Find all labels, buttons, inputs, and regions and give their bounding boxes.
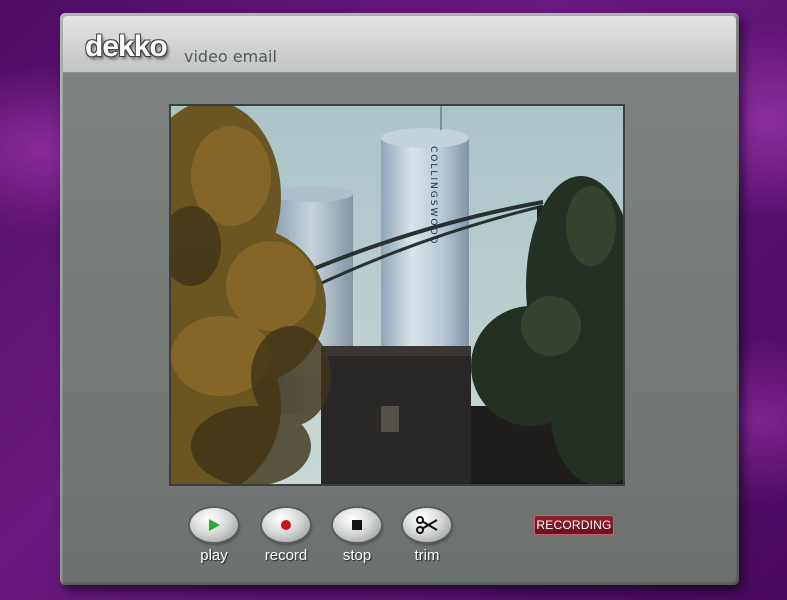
stop-label: stop bbox=[342, 547, 372, 564]
video-preview[interactable]: COLLINGSWOOD bbox=[169, 104, 625, 486]
video-frame-image: COLLINGSWOOD bbox=[171, 106, 623, 484]
play-control[interactable]: play bbox=[190, 508, 242, 564]
scissors-icon bbox=[416, 516, 438, 534]
record-icon bbox=[281, 520, 291, 530]
stop-control[interactable]: stop bbox=[333, 508, 385, 564]
title-bar: dekko video email bbox=[63, 16, 736, 73]
app-subtitle: video email bbox=[184, 47, 277, 66]
dekko-logo: dekko bbox=[85, 30, 168, 63]
trim-label: trim bbox=[414, 547, 440, 564]
trim-button[interactable] bbox=[403, 508, 451, 542]
trim-control[interactable]: trim bbox=[403, 508, 455, 564]
record-button[interactable] bbox=[262, 508, 310, 542]
stop-icon bbox=[352, 520, 362, 530]
play-button[interactable] bbox=[190, 508, 238, 542]
play-icon bbox=[209, 519, 220, 531]
record-label: record bbox=[264, 547, 308, 564]
play-label: play bbox=[200, 547, 228, 564]
stop-button[interactable] bbox=[333, 508, 381, 542]
record-control[interactable]: record bbox=[262, 508, 314, 564]
